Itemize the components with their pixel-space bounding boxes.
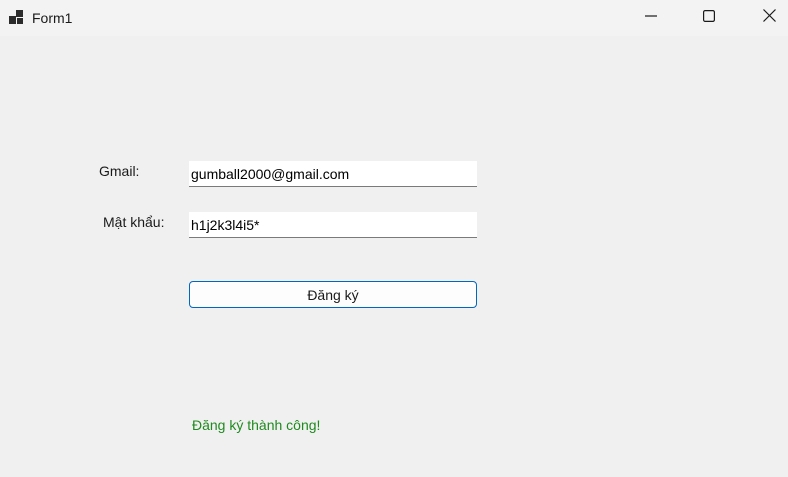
close-button[interactable] — [740, 0, 788, 36]
window-title: Form1 — [32, 10, 73, 26]
password-label: Mật khẩu: — [103, 214, 165, 230]
app-icon — [9, 10, 25, 25]
app-window: Form1 Gmail: Mật khẩu: Đăng ký Đăng ký t… — [0, 0, 788, 477]
minimize-button[interactable] — [622, 0, 680, 36]
maximize-button[interactable] — [680, 0, 738, 36]
password-input[interactable] — [189, 212, 477, 238]
minimize-icon — [645, 9, 657, 27]
gmail-input[interactable] — [189, 161, 477, 187]
register-button[interactable]: Đăng ký — [189, 281, 477, 308]
title-bar[interactable]: Form1 — [0, 0, 788, 36]
maximize-icon — [703, 9, 716, 27]
close-icon — [762, 9, 776, 27]
status-message: Đăng ký thành công! — [192, 417, 321, 433]
gmail-label: Gmail: — [99, 163, 140, 179]
